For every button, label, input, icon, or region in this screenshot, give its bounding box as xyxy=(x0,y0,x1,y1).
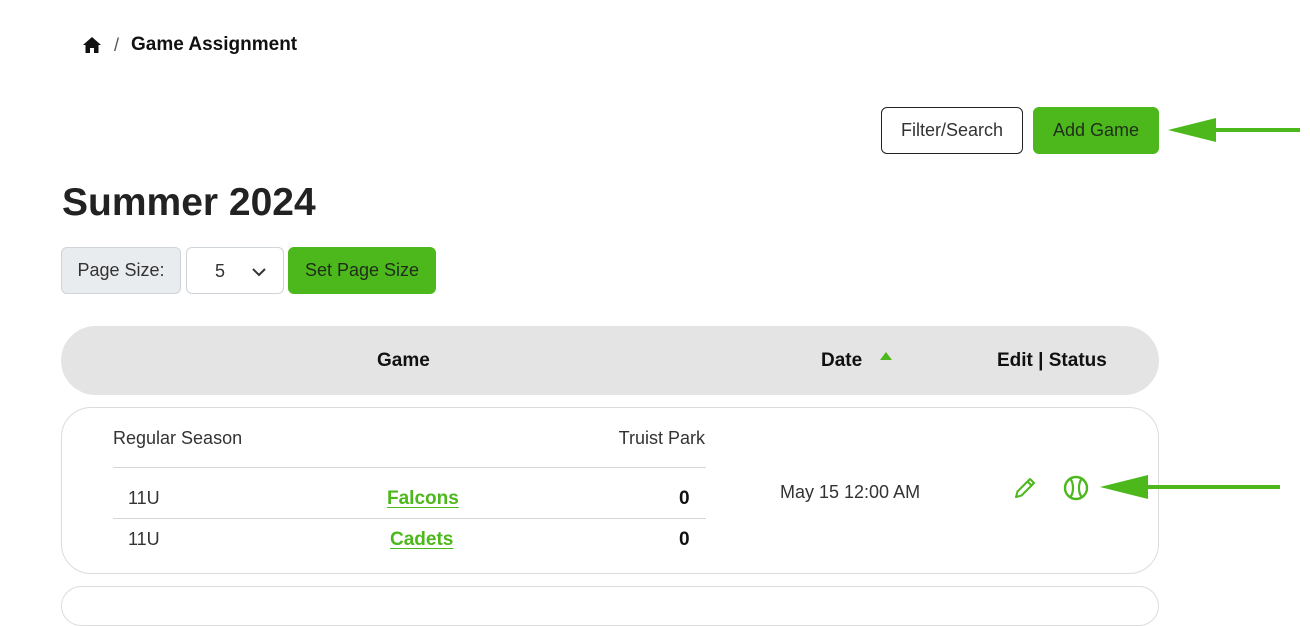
column-header-date[interactable]: Date xyxy=(821,350,862,372)
team-link-falcons[interactable]: Falcons xyxy=(387,488,459,510)
home-icon[interactable] xyxy=(82,35,102,55)
baseball-icon[interactable] xyxy=(1062,474,1090,502)
divider xyxy=(113,467,706,468)
divider xyxy=(113,518,706,519)
annotation-arrow xyxy=(1100,475,1280,499)
page-size-value: 5 xyxy=(215,261,226,281)
chevron-down-icon xyxy=(252,268,266,277)
game-venue: Truist Park xyxy=(618,428,705,448)
page-title: Summer 2024 xyxy=(62,181,316,224)
breadcrumb-separator: / xyxy=(114,34,120,55)
add-game-button[interactable]: Add Game xyxy=(1033,107,1159,154)
team-age: 11U xyxy=(128,529,160,549)
team-link-cadets[interactable]: Cadets xyxy=(390,529,453,551)
column-header-game[interactable]: Game xyxy=(377,350,430,372)
column-header-edit-status: Edit | Status xyxy=(997,350,1107,371)
page-size-label: Page Size: xyxy=(61,247,181,294)
game-date: May 15 12:00 AM xyxy=(780,482,921,502)
annotation-arrow xyxy=(1168,118,1300,142)
team-score: 0 xyxy=(679,529,690,550)
set-page-size-button[interactable]: Set Page Size xyxy=(288,247,436,294)
game-row xyxy=(61,586,1159,626)
team-age: 11U xyxy=(128,488,160,508)
breadcrumb: / Game Assignment xyxy=(82,34,297,56)
page-size-select[interactable]: 5 xyxy=(186,247,284,294)
breadcrumb-current: Game Assignment xyxy=(131,34,298,55)
pencil-icon[interactable] xyxy=(1012,475,1038,501)
filter-search-button[interactable]: Filter/Search xyxy=(881,107,1023,154)
game-row: Regular Season Truist Park 11U Falcons 0… xyxy=(61,407,1159,574)
game-type: Regular Season xyxy=(113,428,243,448)
team-score: 0 xyxy=(679,488,690,509)
sort-ascending-icon[interactable] xyxy=(879,351,893,361)
table-header: Game Date Edit | Status xyxy=(61,326,1159,395)
